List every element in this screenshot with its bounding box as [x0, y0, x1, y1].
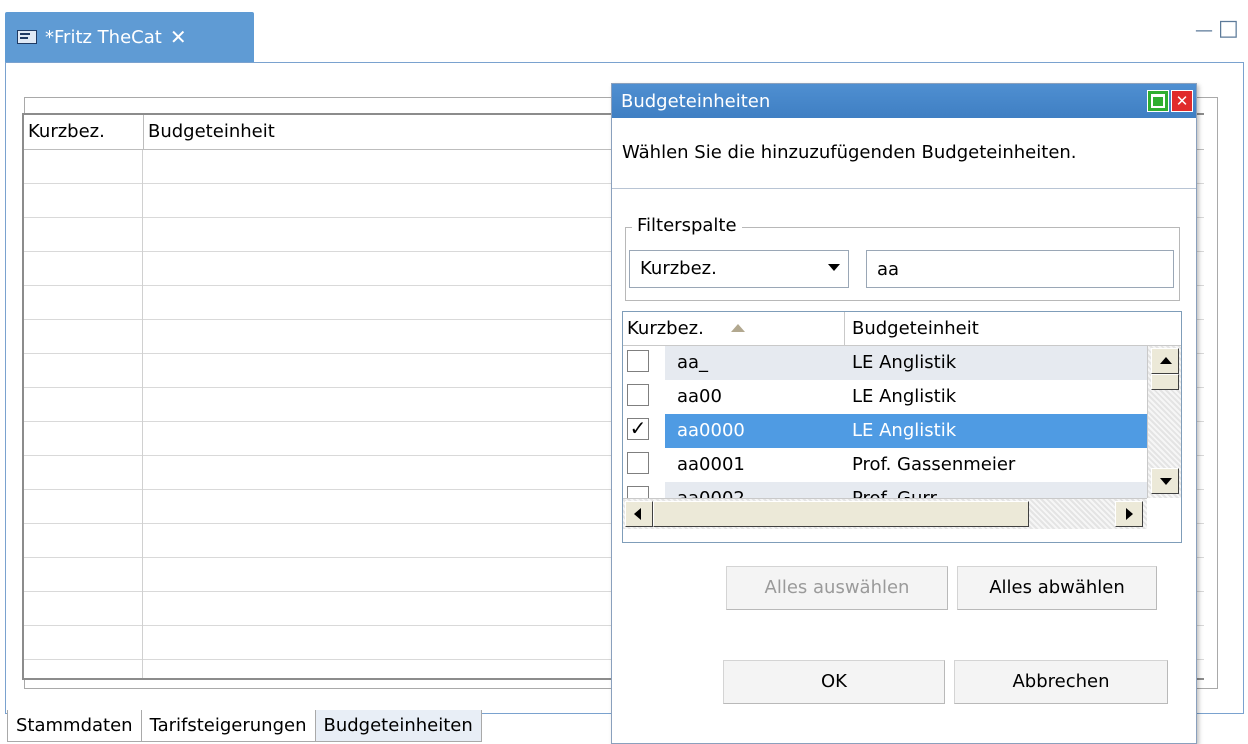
cell-kurzbez: aa0000 [677, 420, 745, 441]
column-header-budgeteinheit[interactable]: Budgeteinheit [852, 312, 979, 345]
column-header-kurzbez[interactable]: Kurzbez. [24, 115, 144, 149]
editor-tab-title: *Fritz TheCat [45, 26, 162, 48]
row-checkbox[interactable] [627, 384, 649, 406]
filter-group: Filterspalte Kurzbez. [625, 215, 1180, 301]
deselect-all-button[interactable]: Alles abwählen [957, 566, 1157, 610]
row-checkbox-checked[interactable]: ✓ [627, 418, 649, 440]
list-item[interactable]: ✓ aa0000 LE Anglistik [623, 414, 1147, 448]
vertical-scroll-thumb[interactable] [1151, 374, 1179, 390]
list-item[interactable]: aa0001 Prof. Gassenmeier [623, 448, 1147, 482]
vertical-scrollbar[interactable] [1147, 346, 1181, 498]
select-all-button[interactable]: Alles auswählen [726, 566, 948, 610]
arrow-left-icon [634, 508, 641, 520]
filter-legend: Filterspalte [632, 215, 742, 236]
filter-text-input[interactable] [866, 250, 1174, 288]
person-card-icon [17, 29, 37, 45]
cell-kurzbez: aa00 [677, 386, 722, 407]
horizontal-scroll-thumb[interactable] [653, 501, 1029, 527]
dialog-message: Wählen Sie die hinzuzufügenden Budgetein… [612, 118, 1196, 189]
maximize-icon[interactable] [1147, 90, 1169, 112]
scroll-up-button[interactable] [1151, 348, 1179, 374]
cell-budgeteinheit: Prof. Gassenmeier [852, 454, 1016, 475]
filter-column-select[interactable]: Kurzbez. [629, 250, 849, 288]
tab-close-icon[interactable]: ✕ [170, 25, 187, 49]
row-checkbox[interactable] [627, 350, 649, 372]
budgeteinheiten-dialog: Budgeteinheiten ✕ Wählen Sie die hinzuzu… [611, 83, 1197, 744]
cancel-button[interactable]: Abbrechen [954, 660, 1168, 704]
sort-ascending-icon [731, 324, 745, 332]
cell-kurzbez: aa_ [677, 352, 709, 373]
dialog-title: Budgeteinheiten [621, 90, 771, 112]
list-item[interactable]: aa00 LE Anglistik [623, 380, 1147, 414]
minimize-icon[interactable]: — [1195, 20, 1213, 41]
column-header-budgeteinheit[interactable]: Budgeteinheit [144, 115, 275, 149]
list-table-body: aa_ LE Anglistik aa00 LE Anglistik ✓ aa0… [623, 346, 1147, 516]
filter-column-value: Kurzbez. [640, 258, 717, 279]
scroll-left-button[interactable] [625, 501, 653, 527]
horizontal-scrollbar[interactable] [623, 498, 1147, 529]
list-item[interactable]: aa_ LE Anglistik [623, 346, 1147, 380]
row-checkbox[interactable] [627, 452, 649, 474]
tab-stammdaten[interactable]: Stammdaten [7, 710, 142, 742]
column-header-kurzbez[interactable]: Kurzbez. [627, 312, 704, 345]
tab-tarifsteigerungen[interactable]: Tarifsteigerungen [140, 710, 316, 742]
editor-tabstrip: *Fritz TheCat ✕ — □ [0, 0, 1248, 62]
cell-budgeteinheit: LE Anglistik [852, 386, 957, 407]
arrow-down-icon [1160, 478, 1172, 485]
ok-button[interactable]: OK [723, 660, 945, 704]
cell-budgeteinheit: LE Anglistik [852, 420, 957, 441]
scroll-down-button[interactable] [1151, 468, 1179, 494]
list-table-header: Kurzbez. Budgeteinheit [623, 312, 1181, 346]
cell-kurzbez: aa0001 [677, 454, 745, 475]
maximize-icon[interactable]: □ [1218, 16, 1239, 41]
dialog-titlebar[interactable]: Budgeteinheiten ✕ [612, 84, 1196, 118]
bottom-tab-bar: Stammdaten Tarifsteigerungen Budgeteinhe… [7, 710, 482, 742]
cell-budgeteinheit: LE Anglistik [852, 352, 957, 373]
editor-tab[interactable]: *Fritz TheCat ✕ [5, 12, 254, 62]
arrow-right-icon [1126, 508, 1133, 520]
scroll-right-button[interactable] [1115, 501, 1143, 527]
tab-budgeteinheiten[interactable]: Budgeteinheiten [314, 710, 482, 742]
budgeteinheiten-list-table[interactable]: Kurzbez. Budgeteinheit aa_ LE Anglistik … [622, 311, 1182, 543]
close-icon[interactable]: ✕ [1171, 90, 1193, 112]
chevron-down-icon[interactable] [828, 264, 840, 271]
arrow-up-icon [1160, 357, 1172, 364]
